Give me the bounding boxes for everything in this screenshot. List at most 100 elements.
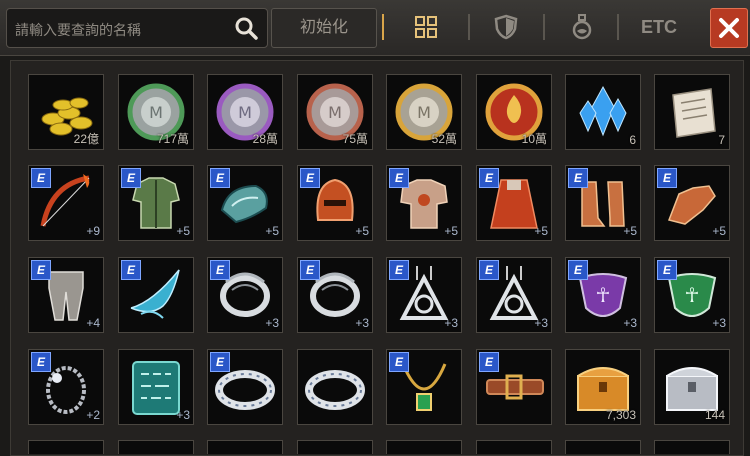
inventory-slot[interactable]: ☥ E +3	[565, 257, 641, 333]
inventory-slot-partial[interactable]	[386, 440, 462, 454]
tab-equipment[interactable]	[486, 10, 526, 44]
inventory-slot[interactable]: E +3	[476, 257, 552, 333]
item-quantity: 717萬	[156, 132, 189, 146]
enchant-level: +4	[86, 316, 100, 330]
inventory-slot[interactable]: E	[476, 349, 552, 425]
inventory-slot[interactable]: E +5	[386, 165, 462, 241]
enchant-level: +3	[176, 408, 190, 422]
item-quantity: 144	[704, 408, 725, 422]
search-field[interactable]: 請輸入要查詢的名稱	[6, 8, 268, 48]
tab-consumable[interactable]	[562, 10, 602, 44]
enchant-level: +3	[355, 316, 369, 330]
inventory-slot-partial[interactable]	[28, 440, 104, 454]
enchant-level: +5	[623, 224, 637, 238]
inventory-slot[interactable]: E +5	[476, 165, 552, 241]
item-quantity: 28萬	[252, 132, 278, 146]
close-icon	[719, 18, 739, 38]
scroll-icon	[672, 88, 716, 138]
inventory-slot[interactable]: E +2	[28, 349, 104, 425]
enchant-badge: E	[121, 168, 141, 188]
tab-etc[interactable]: ETC	[625, 10, 693, 44]
enchant-level: +3	[712, 316, 726, 330]
enchant-badge: E	[31, 352, 51, 372]
divider	[468, 14, 470, 40]
enchant-level: +5	[176, 224, 190, 238]
enchant-badge: E	[657, 260, 677, 280]
inventory-slot[interactable]	[297, 349, 373, 425]
inventory-slot[interactable]: E +5	[297, 165, 373, 241]
item-quantity: 10萬	[521, 132, 547, 146]
inventory-slot[interactable]: M 75萬	[297, 74, 373, 150]
inventory-slot-partial[interactable]	[207, 440, 283, 454]
enchant-level: +3	[534, 316, 548, 330]
inventory-slot[interactable]: E	[386, 349, 462, 425]
inventory-slot[interactable]: 7,303	[565, 349, 641, 425]
inventory-slot[interactable]: E	[207, 349, 283, 425]
enchant-badge: E	[210, 352, 230, 372]
enchant-badge: E	[300, 260, 320, 280]
enchant-badge: E	[210, 168, 230, 188]
enchant-level: +5	[712, 224, 726, 238]
svg-text:M: M	[328, 103, 342, 122]
inventory-slot[interactable]: ☥ E +3	[654, 257, 730, 333]
item-quantity: 75萬	[342, 132, 368, 146]
inventory-slot[interactable]: E +5	[118, 165, 194, 241]
divider	[617, 14, 619, 40]
inventory-slot[interactable]: 144	[654, 349, 730, 425]
enchant-badge: E	[210, 260, 230, 280]
inventory-slot-partial[interactable]	[297, 440, 373, 454]
inventory-slot-partial[interactable]	[476, 440, 552, 454]
enchant-badge: E	[300, 168, 320, 188]
inventory-slot[interactable]: E +4	[28, 257, 104, 333]
grid-icon	[415, 16, 437, 38]
inventory-slot[interactable]: M 717萬	[118, 74, 194, 150]
svg-text:☥: ☥	[685, 283, 700, 307]
inventory-slot-partial[interactable]	[118, 440, 194, 454]
inventory-slot[interactable]: M 28萬	[207, 74, 283, 150]
inventory-slot-partial[interactable]	[565, 440, 641, 454]
tab-all[interactable]	[406, 10, 446, 44]
enchant-level: +5	[444, 224, 458, 238]
enchant-level: +9	[86, 224, 100, 238]
enchant-badge: E	[568, 168, 588, 188]
item-quantity: 52萬	[431, 132, 457, 146]
reset-button[interactable]: 初始化	[271, 8, 377, 48]
enchant-badge: E	[31, 260, 51, 280]
inventory-slot[interactable]: E	[118, 257, 194, 333]
inventory-slot[interactable]: +3	[118, 349, 194, 425]
inventory-slot[interactable]: E +5	[654, 165, 730, 241]
inventory-slot[interactable]: E +3	[207, 257, 283, 333]
inventory-slot[interactable]: 22億	[28, 74, 104, 150]
enchant-badge: E	[479, 168, 499, 188]
close-button[interactable]	[710, 8, 748, 48]
enchant-level: +3	[265, 316, 279, 330]
inventory-slot[interactable]: 7	[654, 74, 730, 150]
inventory-slot-partial[interactable]	[654, 440, 730, 454]
inventory-slot[interactable]: M 52萬	[386, 74, 462, 150]
inventory-slot[interactable]: E +5	[207, 165, 283, 241]
inventory-slot[interactable]: 6	[565, 74, 641, 150]
shield-icon	[494, 14, 518, 40]
search-input[interactable]: 請輸入要查詢的名稱	[15, 20, 141, 40]
enchant-level: +3	[444, 316, 458, 330]
enchant-badge: E	[479, 352, 499, 372]
inventory-slot[interactable]: E +3	[386, 257, 462, 333]
enchant-level: +2	[86, 408, 100, 422]
silver-band-icon	[305, 370, 365, 410]
enchant-level: +3	[623, 316, 637, 330]
inventory-slot[interactable]: E +5	[565, 165, 641, 241]
enchant-badge: E	[479, 260, 499, 280]
divider	[382, 14, 384, 40]
search-icon[interactable]	[233, 15, 259, 41]
item-quantity: 7	[718, 133, 725, 147]
inventory-slot[interactable]: E +3	[297, 257, 373, 333]
enchant-level: +5	[355, 224, 369, 238]
divider	[543, 14, 545, 40]
enchant-badge: E	[568, 260, 588, 280]
item-quantity: 7,303	[605, 408, 636, 422]
inventory-slot[interactable]: E +9	[28, 165, 104, 241]
item-quantity: 6	[629, 133, 636, 147]
inventory-slot[interactable]: 10萬	[476, 74, 552, 150]
top-toolbar: 請輸入要查詢的名稱 初始化 ETC	[0, 0, 750, 56]
svg-text:M: M	[417, 103, 431, 122]
